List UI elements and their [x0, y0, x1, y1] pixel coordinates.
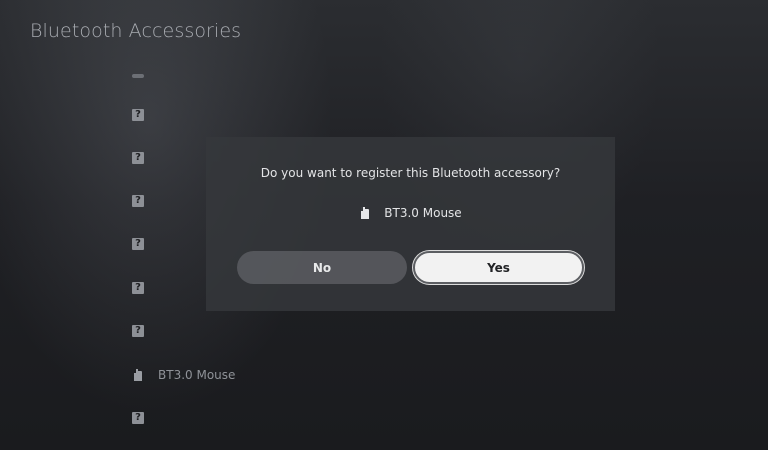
yes-button-label: Yes [487, 260, 510, 275]
unknown-device-icon: ? [132, 238, 144, 250]
device-row-unknown[interactable]: ? [132, 278, 144, 298]
device-row-bt3-mouse[interactable]: BT3.0 Mouse [132, 365, 235, 385]
unknown-device-icon: ? [132, 152, 144, 164]
unknown-device-icon: ? [132, 195, 144, 207]
yes-button[interactable]: Yes [413, 251, 584, 284]
unknown-device-icon: ? [132, 109, 144, 121]
mouse-icon [134, 369, 142, 381]
device-row-unknown[interactable]: ? [132, 234, 144, 254]
unknown-device-icon: ? [132, 282, 144, 294]
device-row-unknown[interactable]: ? [132, 148, 144, 168]
unknown-device-icon: ? [132, 412, 144, 424]
mouse-icon [361, 207, 370, 219]
dialog-device: BT3.0 Mouse [206, 206, 615, 220]
device-row-unknown[interactable]: ? [132, 321, 144, 341]
device-row-loading[interactable] [132, 66, 144, 86]
device-row-unknown[interactable]: ? [132, 191, 144, 211]
dialog-question: Do you want to register this Bluetooth a… [260, 166, 561, 180]
dialog-device-name: BT3.0 Mouse [384, 206, 462, 220]
loading-icon [132, 74, 144, 78]
no-button-label: No [312, 260, 332, 275]
device-row-unknown[interactable]: ? [132, 408, 144, 428]
register-accessory-dialog: Do you want to register this Bluetooth a… [206, 137, 615, 311]
device-row-unknown[interactable]: ? [132, 105, 144, 125]
unknown-device-icon: ? [132, 325, 144, 337]
bluetooth-accessories-screen: Bluetooth Accessories ? ? ? ? ? ? BT3.0 … [0, 0, 768, 450]
device-label: BT3.0 Mouse [158, 368, 236, 382]
no-button[interactable]: No [237, 251, 407, 284]
